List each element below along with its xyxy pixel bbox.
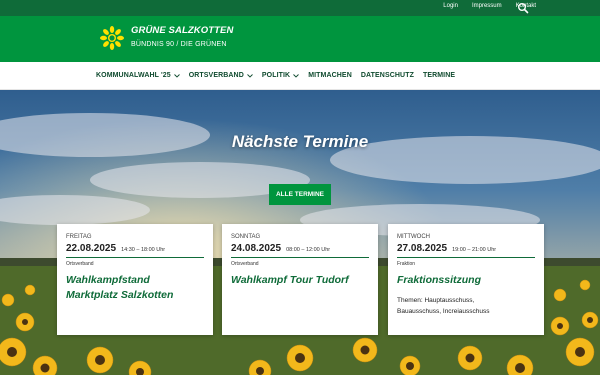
nav-label: TERMINE (422, 72, 456, 79)
event-title[interactable]: Wahlkampfstand Marktplatz Salzkotten (66, 273, 204, 303)
impressum-link[interactable]: Impressum (472, 3, 502, 9)
event-description: Themen: Hauptausschuss, Bauausschuss, In… (397, 297, 490, 315)
event-time: 08:00 – 12:00 Uhr (286, 247, 331, 253)
nav-item-mitmachen[interactable]: MITMACHEN (308, 72, 352, 79)
all-events-button[interactable]: ALLE TERMINE (269, 184, 331, 205)
main-nav: KOMMUNALWAHL '25 ORTSVERBAND POLITIK MIT… (0, 62, 600, 90)
nav-label: POLITIK (261, 72, 291, 79)
event-organizer: Ortsverband (231, 257, 369, 267)
nav-item-kommunalwahl[interactable]: KOMMUNALWAHL '25 (96, 72, 180, 79)
event-card[interactable]: SONNTAG 24.08.2025 08:00 – 12:00 Uhr Ort… (222, 224, 378, 335)
hero-title: Nächste Termine (231, 132, 369, 151)
event-title[interactable]: Wahlkampf Tour Tudorf (231, 273, 369, 288)
event-card[interactable]: MITTWOCH 27.08.2025 19:00 – 21:00 Uhr Fr… (388, 224, 544, 335)
event-card[interactable]: FREITAG 22.08.2025 14:30 – 18:00 Uhr Ort… (57, 224, 213, 335)
nav-label: MITMACHEN (308, 72, 352, 79)
nav-item-datenschutz[interactable]: DATENSCHUTZ (361, 72, 414, 79)
chevron-down-icon (247, 73, 253, 78)
chevron-down-icon (173, 73, 180, 78)
site-subtitle: BÜNDNIS 90 / DIE GRÜNEN (131, 41, 227, 48)
event-date: 24.08.2025 (231, 243, 282, 254)
event-weekday: MITTWOCH (397, 234, 430, 240)
nav-item-politik[interactable]: POLITIK (261, 72, 300, 79)
event-time: 19:00 – 21:00 Uhr (452, 247, 497, 253)
nav-item-ortsverband[interactable]: ORTSVERBAND (189, 72, 253, 79)
sunflower-logo[interactable] (100, 26, 124, 50)
event-time: 14:30 – 18:00 Uhr (121, 247, 166, 253)
event-date: 22.08.2025 (66, 243, 117, 254)
site-title[interactable]: GRÜNE SALZKOTTEN (131, 25, 233, 36)
event-weekday: FREITAG (66, 234, 92, 240)
top-bar: Login Impressum Kontakt (0, 0, 600, 16)
event-date: 27.08.2025 (397, 243, 448, 254)
hero-section: Nächste Termine ALLE TERMINE FREITAG 22.… (0, 90, 600, 375)
search-icon[interactable] (517, 2, 529, 14)
event-weekday: SONNTAG (231, 234, 261, 240)
nav-label: ORTSVERBAND (188, 72, 244, 79)
chevron-down-icon (293, 73, 300, 78)
login-link[interactable]: Login (443, 3, 458, 9)
nav-item-termine[interactable]: TERMINE (423, 72, 455, 79)
nav-label: DATENSCHUTZ (360, 72, 414, 79)
event-organizer: Fraktion (397, 257, 535, 267)
brand-header: GRÜNE SALZKOTTEN BÜNDNIS 90 / DIE GRÜNEN (0, 16, 600, 62)
event-title[interactable]: Fraktionssitzung (397, 273, 535, 288)
nav-label: KOMMUNALWAHL '25 (96, 72, 171, 79)
event-organizer: Ortsverband (66, 257, 204, 267)
